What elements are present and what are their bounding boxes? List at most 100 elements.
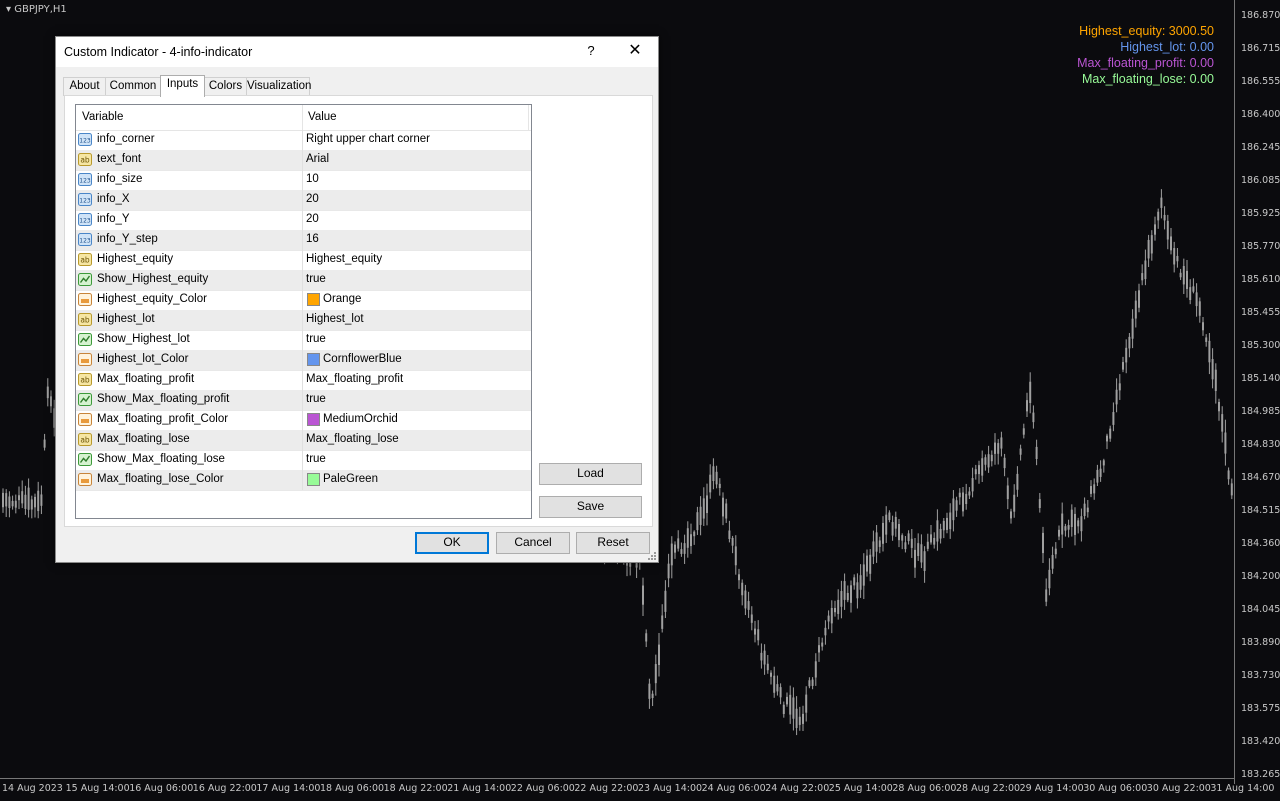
candle-body [763,650,766,665]
price-tick-label: 185.770 [1241,241,1280,252]
param-value[interactable]: 16 [306,233,319,245]
param-value[interactable]: 10 [306,173,319,185]
candle-body [680,549,683,554]
tab-common[interactable]: Common [105,77,161,96]
candle-body [8,496,11,509]
param-name: Highest_equity [97,253,174,265]
candle-body [926,541,929,549]
candle-body [757,629,760,641]
svg-text:ab: ab [80,256,90,265]
tab-about[interactable]: About [63,77,106,96]
param-row[interactable]: Show_Max_floating_profit true [76,390,531,411]
param-value[interactable]: 20 [306,213,319,225]
help-button[interactable]: ? [578,37,604,67]
candle-body [1144,260,1147,280]
column-header-variable[interactable]: Variable [82,111,123,123]
param-row[interactable]: 123 info_Y_step 16 [76,230,531,251]
boolean-icon [78,393,92,406]
candle-body [1042,532,1044,554]
param-row[interactable]: Show_Highest_lot true [76,330,531,351]
param-row[interactable]: 123 info_size 10 [76,170,531,191]
param-row[interactable]: ab Max_floating_profit Max_floating_profit [76,370,531,391]
svg-text:ab: ab [80,376,90,385]
color-swatch[interactable] [307,353,320,366]
param-row[interactable]: 123 info_X 20 [76,190,531,211]
resize-grip-icon[interactable] [648,552,656,560]
candle-body [971,478,974,492]
param-value[interactable]: Highest_lot [306,313,364,325]
candle-body [1176,255,1179,262]
column-header-value[interactable]: Value [308,111,337,123]
candle-body [984,457,987,465]
color-icon [78,353,92,366]
candle-body [981,458,984,476]
cancel-button[interactable]: Cancel [496,532,570,554]
close-icon[interactable]: ✕ [622,37,648,67]
param-value[interactable]: PaleGreen [323,473,378,485]
param-value[interactable]: true [306,273,326,285]
candle-body [1138,290,1140,308]
param-value[interactable]: Orange [323,293,361,305]
info-line: Max_floating_profit: 0.00 [1077,56,1214,70]
param-row[interactable]: Highest_equity_Color Orange [76,290,531,311]
param-row[interactable]: ab text_font Arial [76,150,531,171]
param-value[interactable]: true [306,333,326,345]
param-row[interactable]: 123 info_Y 20 [76,210,531,231]
inputs-grid: Variable Value 123 info_corner Right upper… [75,104,532,519]
reset-button[interactable]: Reset [576,532,650,554]
param-row[interactable]: Show_Max_floating_lose true [76,450,531,471]
param-value[interactable]: 20 [306,193,319,205]
candle-body [1163,214,1166,221]
color-swatch[interactable] [307,413,320,426]
time-axis[interactable]: 14 Aug 2023 15 Aug 14:00 16 Aug 06:00 16 Au… [0,778,1274,801]
param-row[interactable]: Max_floating_profit_Color MediumOrchid [76,410,531,431]
chart-symbol-label[interactable]: ▾ GBPJPY,H1 [6,4,67,15]
ok-button[interactable]: OK [415,532,489,554]
tab-colors[interactable]: Colors [204,77,247,96]
param-row[interactable]: 123 info_corner Right upper chart corner [76,130,531,151]
param-name: Max_floating_lose_Color [97,473,224,485]
candle-body [827,615,830,622]
candle-body [782,704,785,714]
param-value[interactable]: true [306,453,326,465]
price-tick-label: 185.610 [1241,274,1280,285]
color-swatch[interactable] [307,473,320,486]
param-value[interactable]: true [306,393,326,405]
param-row[interactable]: Max_floating_lose_Color PaleGreen [76,470,531,491]
candle-body [661,615,664,629]
param-row[interactable]: Show_Highest_equity true [76,270,531,291]
candle-body [923,551,926,571]
dialog-titlebar[interactable]: Custom Indicator - 4-info-indicator ? ✕ [56,37,658,67]
param-value[interactable]: Max_floating_profit [306,373,403,385]
param-row[interactable]: ab Highest_lot Highest_lot [76,310,531,331]
tab-inputs[interactable]: Inputs [160,75,205,97]
candle-body [1214,369,1217,392]
time-tick-label: 16 Aug 06:00 [129,783,194,794]
tab-visualization[interactable]: Visualization [246,77,311,96]
info-line: Highest_lot: 0.00 [1120,40,1214,54]
param-value[interactable]: MediumOrchid [323,413,398,425]
grid-header: Variable Value [76,105,531,131]
price-tick-label: 185.140 [1241,373,1280,384]
param-value[interactable]: Max_floating_lose [306,433,399,445]
candle-body [830,607,833,624]
param-value[interactable]: Highest_equity [306,253,382,265]
price-tick-label: 184.360 [1241,538,1280,549]
price-axis[interactable]: 186.870 186.715 186.555 186.400 186.245 186.0… [1234,0,1280,784]
param-value[interactable]: CornflowerBlue [323,353,402,365]
candle-body [962,492,964,512]
param-row[interactable]: Highest_lot_Color CornflowerBlue [76,350,531,371]
candle-body [795,708,798,729]
candle-body [1048,569,1051,589]
candle-body [766,663,769,671]
save-button[interactable]: Save [539,496,642,518]
color-swatch[interactable] [307,293,320,306]
param-row[interactable]: ab Highest_equity Highest_equity [76,250,531,271]
load-button[interactable]: Load [539,463,642,485]
param-row[interactable]: ab Max_floating_lose Max_floating_lose [76,430,531,451]
param-value[interactable]: Arial [306,153,329,165]
candle-body [1006,485,1009,500]
candle-body [46,386,49,399]
candle-body [872,541,875,557]
param-value[interactable]: Right upper chart corner [306,133,430,145]
